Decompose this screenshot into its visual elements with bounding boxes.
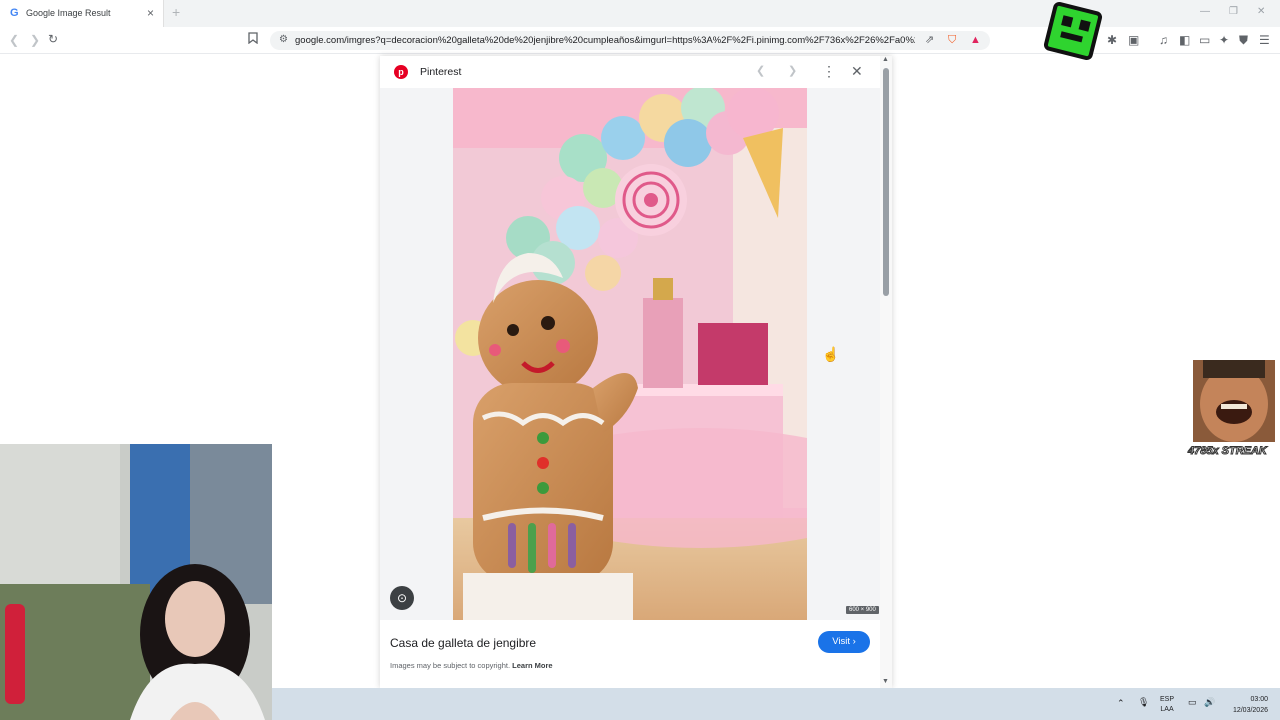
vpn-icon[interactable]: ⛊ xyxy=(1239,33,1248,47)
sidebar-icon[interactable]: ◧ xyxy=(1179,33,1190,47)
minimize-icon[interactable]: — xyxy=(1200,6,1210,17)
new-tab-button[interactable]: + xyxy=(172,4,180,20)
chevron-up-icon[interactable]: ⌃ xyxy=(1117,698,1125,709)
visit-label: Visit xyxy=(832,636,850,647)
scroll-down-icon[interactable]: ▼ xyxy=(882,678,889,685)
tab-close-icon[interactable]: × xyxy=(147,6,154,20)
tab-search-icon[interactable]: ▣ xyxy=(1128,33,1139,47)
brave-rewards-icon[interactable]: ▲ xyxy=(970,33,981,47)
extensions-icon[interactable]: ✱ xyxy=(1107,33,1117,47)
brave-shield-icon[interactable]: ⛉ xyxy=(948,33,956,47)
bookmark-icon[interactable] xyxy=(248,32,258,47)
image-dimensions: 600 × 900 xyxy=(846,606,879,614)
more-options-icon[interactable]: ⋮ xyxy=(822,62,836,80)
tune-icon[interactable]: ⚙ xyxy=(279,34,288,45)
tab-google-image-result[interactable]: G Google Image Result × xyxy=(0,0,164,27)
chevron-right-icon: › xyxy=(852,636,856,647)
scroll-thumb[interactable] xyxy=(883,68,889,296)
keyboard-layout: LAA xyxy=(1160,706,1174,713)
clock-time: 03:00 xyxy=(1250,696,1268,703)
scroll-up-icon[interactable]: ▲ xyxy=(882,56,889,63)
tab-title: Google Image Result xyxy=(26,8,111,18)
url-text[interactable]: google.com/imgres?q=decoracion%20galleta… xyxy=(295,35,915,46)
pinterest-logo-icon: p xyxy=(394,65,408,79)
wallet-icon[interactable]: ▭ xyxy=(1199,33,1210,47)
hand-cursor-icon: ☝ xyxy=(822,346,840,362)
leo-icon[interactable]: ✦ xyxy=(1219,33,1229,47)
preview-header: p Pinterest ❮ ❯ ⋮ ✕ xyxy=(380,56,880,88)
visit-button[interactable]: Visit › xyxy=(818,631,870,653)
previous-image-icon[interactable]: ❮ xyxy=(756,62,765,80)
window-close-icon[interactable]: ✕ xyxy=(1257,6,1265,17)
scrollbar[interactable]: ▲ ▼ xyxy=(880,56,892,688)
learn-more-link[interactable]: Learn More xyxy=(512,661,552,670)
share-icon[interactable]: ⇗ xyxy=(925,33,934,47)
menu-icon[interactable]: ☰ xyxy=(1259,33,1270,47)
volume-icon[interactable]: 🔊 xyxy=(1204,697,1215,708)
webcam-overlay xyxy=(0,444,272,720)
microphone-icon[interactable]: 🎙 xyxy=(1138,697,1149,708)
lens-search-icon[interactable]: ⊙ xyxy=(390,586,414,610)
copyright-note: Images may be subject to copyright. Lear… xyxy=(390,661,553,670)
preview-image[interactable] xyxy=(453,88,807,620)
forward-icon[interactable]: ❯ xyxy=(30,33,40,47)
image-title[interactable]: Casa de galleta de jengibre xyxy=(390,636,536,650)
address-bar[interactable]: ⚙ google.com/imgres?q=decoracion%20galle… xyxy=(270,31,990,50)
maximize-icon[interactable]: ❐ xyxy=(1229,6,1238,17)
reload-icon[interactable]: ↻ xyxy=(48,32,58,46)
close-preview-icon[interactable]: ✕ xyxy=(851,62,863,80)
language-code: ESP xyxy=(1160,696,1175,703)
network-icon[interactable]: ▭ xyxy=(1188,697,1197,708)
language-indicator[interactable]: ESP LAA xyxy=(1160,695,1174,715)
taskbar: ⌃ 🎙 ESP LAA ▭ 🔊 03:00 12/03/2026 xyxy=(272,688,1280,720)
reaction-image xyxy=(1193,360,1275,442)
clock-date: 12/03/2026 xyxy=(1232,707,1268,714)
streak-counter: 4785x STREAK xyxy=(1188,445,1268,458)
google-favicon-icon: G xyxy=(10,7,19,19)
copyright-text: Images may be subject to copyright. xyxy=(390,661,511,670)
image-preview-panel: p Pinterest ❮ ❯ ⋮ ✕ ⊙ 600 × 900 Casa de … xyxy=(380,56,892,688)
system-clock[interactable]: 03:00 12/03/2026 xyxy=(1224,694,1268,716)
image-area: ⊙ 600 × 900 xyxy=(380,88,880,620)
media-icon[interactable]: ♫ xyxy=(1159,33,1168,47)
next-image-icon[interactable]: ❯ xyxy=(788,62,797,80)
source-name[interactable]: Pinterest xyxy=(420,66,461,78)
back-icon[interactable]: ❮ xyxy=(9,33,19,47)
